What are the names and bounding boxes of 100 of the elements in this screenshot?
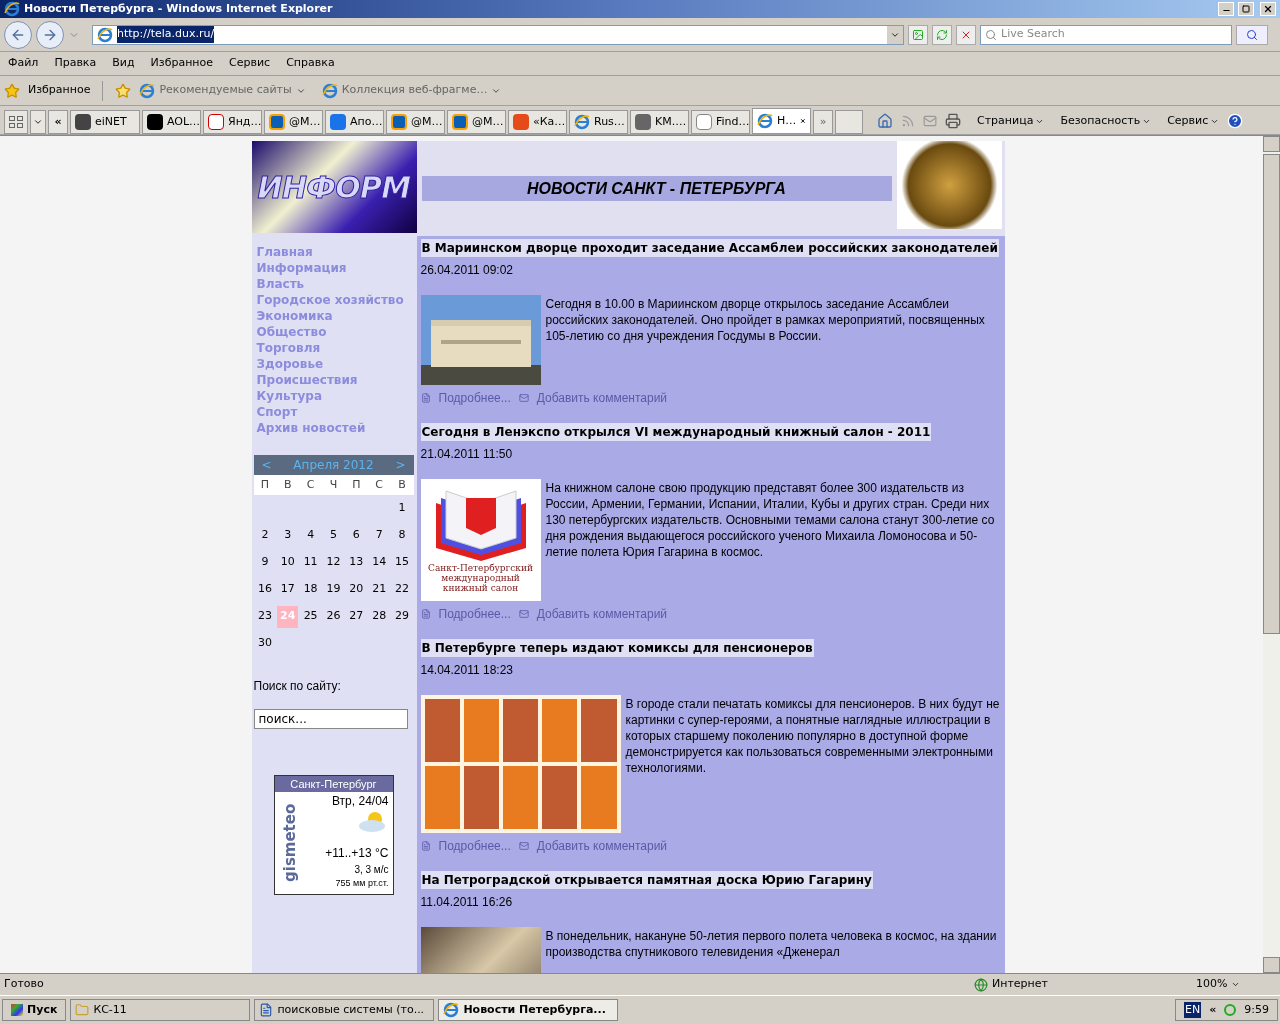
browser-tab[interactable]: eiNET	[70, 110, 140, 134]
minimize-button[interactable]	[1218, 2, 1234, 16]
article-date: 26.04.2011 09:02	[420, 262, 515, 279]
tray-app-icon[interactable]	[1224, 1004, 1237, 1016]
browser-tab[interactable]: @M…	[264, 110, 323, 134]
calendar-day[interactable]: 18	[300, 578, 322, 601]
article-title[interactable]: На Петроградской открывается памятная доска Юрию Гагарину	[420, 871, 873, 889]
address-field[interactable]: http://tela.dux.ru/	[92, 24, 904, 45]
favorites-link[interactable]: Коллекция веб-фрагме…	[321, 82, 502, 99]
browser-tab[interactable]: @M…	[447, 110, 506, 134]
calendar-day[interactable]: 30	[254, 632, 276, 655]
taskbar-button[interactable]: КС-11	[70, 999, 251, 1021]
security-zone: Интернет	[992, 976, 1049, 993]
back-button[interactable]	[4, 20, 32, 49]
browser-tab[interactable]: Янд…	[203, 110, 262, 134]
stop-button[interactable]	[956, 24, 976, 45]
calendar-day[interactable]: 5	[323, 524, 344, 547]
site-search-field[interactable]: поиск...	[253, 709, 408, 729]
vertical-scrollbar[interactable]	[1263, 136, 1280, 973]
calendar-day[interactable]: 15	[391, 551, 413, 574]
close-tab-icon[interactable]	[800, 116, 806, 126]
calendar-day[interactable]: 9	[254, 551, 276, 574]
article-title[interactable]: В Мариинском дворце проходит заседание Ассамблеи российских законодателей	[420, 239, 999, 257]
zoom-level[interactable]: 100%	[1196, 976, 1276, 993]
favorites-button[interactable]: Избранное	[28, 82, 91, 99]
article-text: Сегодня в 10.00 в Мариинском дворце открылось заседание Ассамблеи российских законодателей. Оно пройдет в рамках мероприятий, посвященных 105-летию со дня учреждения Госдумы в России.	[545, 296, 986, 344]
dropdown-icon[interactable]	[887, 25, 903, 44]
calendar-day[interactable]: 14	[368, 551, 390, 574]
start-button[interactable]: Пуск	[2, 999, 67, 1021]
taskbar-button[interactable]: Новости Петербурга...	[438, 999, 619, 1021]
print-icon[interactable]	[945, 113, 961, 129]
close-icon	[1263, 4, 1273, 14]
weather-pressure: 755 мм рт.ст.	[335, 877, 389, 890]
language-indicator[interactable]: EN	[1184, 1001, 1202, 1019]
calendar-day[interactable]: 2	[254, 524, 276, 547]
add-favorite-icon[interactable]	[115, 82, 132, 99]
menu-item[interactable]: Вид	[112, 55, 135, 72]
tab-scroll-left[interactable]: «	[48, 110, 68, 134]
browser-tab[interactable]: Апо…	[325, 110, 384, 134]
weather-temp: +11..+13 °C	[325, 845, 389, 862]
calendar-day[interactable]: 11	[300, 551, 322, 574]
calendar-day[interactable]: 1	[391, 497, 413, 520]
browser-tab[interactable]: KM.…	[630, 110, 689, 134]
status-text: Готово	[4, 976, 45, 993]
article-title[interactable]: Сегодня в Ленэкспо открылся VI международный книжный салон - 2011	[420, 423, 932, 441]
calendar-day[interactable]: 21	[368, 578, 390, 601]
tab-scroll-right[interactable]: »	[813, 110, 833, 134]
calendar-day[interactable]: 16	[254, 578, 276, 601]
menu-item[interactable]: Файл	[8, 55, 39, 72]
menu-item[interactable]: Правка	[54, 55, 97, 72]
calendar-day[interactable]: 29	[391, 605, 413, 628]
browser-tab[interactable]: Find…	[691, 110, 750, 134]
menu-item[interactable]: Справка	[286, 55, 335, 72]
browser-tab[interactable]: @M…	[386, 110, 445, 134]
command-menu[interactable]: Страница	[977, 112, 1045, 130]
calendar-day[interactable]: 28	[368, 605, 390, 628]
close-button[interactable]	[1260, 2, 1276, 16]
taskbar-button[interactable]: поисковые системы (то...	[254, 999, 435, 1021]
calendar-day[interactable]: 6	[345, 524, 367, 547]
article-title[interactable]: В Петербурге теперь издают комиксы для пенсионеров	[420, 639, 814, 657]
rss-icon[interactable]	[901, 114, 915, 128]
refresh-button[interactable]	[932, 24, 952, 45]
calendar-day[interactable]: 4	[300, 524, 322, 547]
calendar-day[interactable]: 27	[345, 605, 367, 628]
address-text[interactable]: http://tela.dux.ru/	[117, 26, 215, 43]
browser-tab[interactable]: Rus…	[569, 110, 628, 134]
command-menu[interactable]: Безопасность	[1060, 112, 1152, 130]
calendar-day[interactable]: 23	[254, 605, 276, 628]
forward-button[interactable]	[36, 20, 64, 49]
search-box[interactable]: Live Search	[980, 24, 1232, 45]
calendar-day[interactable]: 20	[345, 578, 367, 601]
new-tab-button[interactable]	[835, 110, 863, 134]
home-icon[interactable]	[877, 113, 893, 129]
browser-tab[interactable]: Н…	[752, 108, 811, 134]
restore-button[interactable]	[1238, 2, 1254, 16]
menu-item[interactable]: Сервис	[229, 55, 271, 72]
calendar-day[interactable]: 22	[391, 578, 413, 601]
calendar-day[interactable]: 8	[391, 524, 413, 547]
calendar-day[interactable]: 25	[300, 605, 322, 628]
search-button[interactable]	[1236, 24, 1268, 45]
tab-list-button[interactable]	[30, 110, 46, 134]
quick-tabs-button[interactable]	[4, 110, 28, 134]
search-field[interactable]: Live Search	[1001, 26, 1231, 43]
compatibility-button[interactable]	[908, 24, 928, 45]
calendar-day[interactable]: 17	[277, 578, 299, 601]
browser-tab[interactable]: AOL…	[142, 110, 201, 134]
browser-tab[interactable]: «Ка…	[508, 110, 567, 134]
help-icon[interactable]	[1227, 113, 1244, 129]
calendar-day[interactable]: 10	[277, 551, 299, 574]
calendar-day[interactable]: 13	[345, 551, 367, 574]
command-menu[interactable]: Сервис	[1167, 112, 1220, 130]
calendar-day[interactable]: 3	[277, 524, 299, 547]
calendar-day[interactable]: 19	[323, 578, 344, 601]
mail-icon[interactable]	[923, 114, 937, 128]
calendar-day[interactable]: 26	[323, 605, 344, 628]
tray-expand-button[interactable]: «	[1209, 1001, 1217, 1019]
calendar-day[interactable]: 7	[368, 524, 390, 547]
calendar-day[interactable]: 12	[323, 551, 344, 574]
favorites-link[interactable]: Рекомендуемые сайты	[139, 82, 306, 99]
menu-item[interactable]: Избранное	[150, 55, 214, 72]
